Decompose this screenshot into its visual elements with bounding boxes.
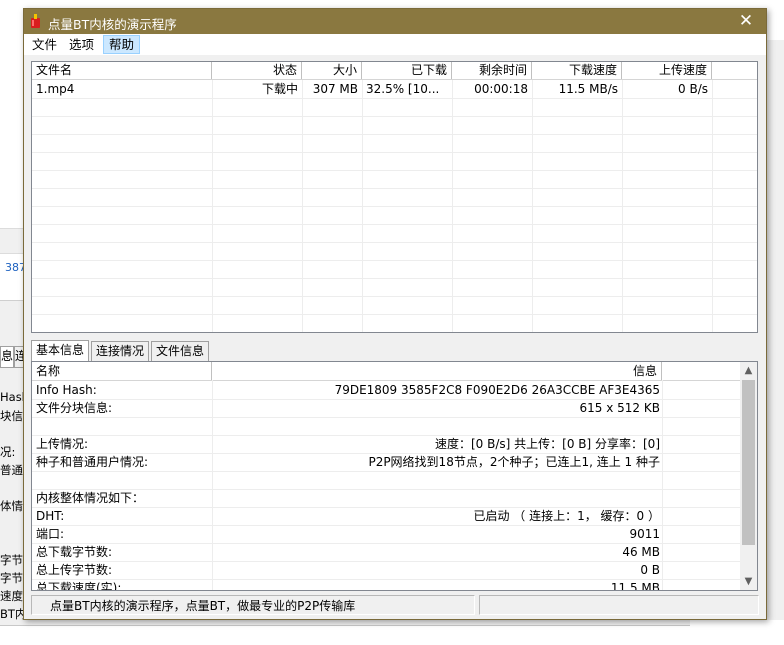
column-header-remaining[interactable]: 剩余时间	[452, 62, 532, 79]
grid-line	[32, 170, 757, 171]
background-bottom	[0, 620, 690, 626]
column-header-up-speed[interactable]: 上传速度	[622, 62, 712, 79]
tab-connections[interactable]: 连接情况	[91, 341, 150, 361]
info-value: 79DE1809 3585F2C8 F090E2D6 26A3CCBE AF3E…	[334, 383, 660, 397]
info-value: 11.5 MB	[610, 581, 660, 591]
info-name: 总下载速度(实):	[36, 581, 122, 591]
info-row[interactable]: 总下载速度(实): 11.5 MB	[32, 579, 740, 591]
title-bar[interactable]: 点量BT内核的演示程序 ✕	[24, 9, 766, 34]
info-scrollbar[interactable]: ▲ ▼	[740, 362, 757, 590]
info-value	[212, 489, 662, 507]
info-row[interactable]	[32, 471, 740, 489]
info-name: 上传情况:	[36, 437, 89, 451]
cell-filename: 1.mp4	[36, 82, 75, 96]
background-tab[interactable]: 息	[0, 346, 14, 368]
info-name: DHT:	[36, 509, 65, 523]
grid-line	[32, 152, 757, 153]
info-name: 总下载字节数:	[36, 545, 113, 559]
download-list[interactable]: 文件名 状态 大小 已下载 剩余时间 下载速度 上传速度 1.mp4 下载中 3…	[31, 61, 758, 333]
info-name	[32, 471, 212, 489]
info-row[interactable]: 种子和普通用户情况: P2P网络找到18节点，2个种子；已连上1, 连上 1 种子	[32, 453, 740, 471]
close-icon: ✕	[738, 11, 754, 31]
grid-line	[32, 116, 757, 117]
status-bar: 点量BT内核的演示程序，点量BT，做最专业的P2P传输库	[24, 593, 766, 617]
column-header-name[interactable]: 名称	[32, 362, 212, 380]
grid-line	[32, 314, 757, 315]
scroll-thumb[interactable]	[742, 380, 755, 545]
download-list-header: 文件名 状态 大小 已下载 剩余时间 下载速度 上传速度	[32, 62, 757, 80]
menu-options[interactable]: 选项	[64, 36, 99, 53]
scroll-up-icon[interactable]: ▲	[740, 362, 757, 379]
status-pane-main: 点量BT内核的演示程序，点量BT，做最专业的P2P传输库	[31, 595, 475, 615]
cell-down-speed: 11.5 MB/s	[558, 82, 618, 96]
info-value	[212, 417, 662, 435]
column-header-filename[interactable]: 文件名	[32, 62, 212, 79]
info-row[interactable]: 总上传字节数: 0 B	[32, 561, 740, 579]
status-text: 点量BT内核的演示程序，点量BT，做最专业的P2P传输库	[50, 599, 356, 613]
grid-line	[32, 278, 757, 279]
cell-up-speed: 0 B/s	[678, 82, 708, 96]
background-edge	[765, 40, 784, 620]
info-row[interactable]: 内核整体情况如下：	[32, 489, 740, 507]
info-row[interactable]: 总下载字节数: 46 MB	[32, 543, 740, 561]
table-row[interactable]: 1.mp4 下载中 307 MB 32.5% [10... 00:00:18 1…	[32, 80, 757, 98]
main-window: 点量BT内核的演示程序 ✕ 文件 选项 帮助 文件名 状态 大小 已下载 剩余时…	[23, 8, 767, 620]
close-button[interactable]: ✕	[726, 9, 766, 34]
info-name: 内核整体情况如下：	[36, 491, 145, 505]
info-row[interactable]: DHT: 已启动 （ 连接上：1， 缓存：0 ）	[32, 507, 740, 525]
cell-downloaded: 32.5% [10...	[366, 82, 440, 96]
info-name: 总上传字节数:	[36, 563, 113, 577]
grid-line	[32, 206, 757, 207]
tab-file-info[interactable]: 文件信息	[151, 341, 210, 361]
window-title: 点量BT内核的演示程序	[48, 17, 177, 32]
column-header-size[interactable]: 大小	[302, 62, 362, 79]
grid-line	[32, 224, 757, 225]
column-header-info[interactable]: 信息	[212, 362, 662, 380]
info-name: 文件分块信息:	[36, 401, 113, 415]
column-header-empty	[712, 62, 757, 79]
info-value: 速度：[0 B/s] 共上传：[0 B] 分享率：[0]	[434, 437, 660, 451]
tab-basic-info[interactable]: 基本信息	[31, 340, 90, 361]
grid-line	[32, 242, 757, 243]
app-icon	[31, 14, 40, 28]
grid-line	[32, 188, 757, 189]
info-value: 已启动 （ 连接上：1， 缓存：0 ）	[473, 509, 660, 523]
info-value: 615 x 512 KB	[579, 401, 660, 415]
info-panel[interactable]: 名称 信息 Info Hash: 79DE1809 3585F2C8 F090E2…	[31, 361, 758, 591]
menu-file[interactable]: 文件	[27, 36, 62, 53]
info-name: Info Hash:	[36, 383, 97, 397]
info-row[interactable]: 上传情况: 速度：[0 B/s] 共上传：[0 B] 分享率：[0]	[32, 435, 740, 453]
grid-line	[32, 98, 757, 99]
info-row[interactable]: 文件分块信息: 615 x 512 KB	[32, 399, 740, 417]
column-header-down-speed[interactable]: 下载速度	[532, 62, 622, 79]
status-pane-secondary	[479, 595, 759, 615]
menu-help[interactable]: 帮助	[103, 35, 141, 54]
column-header-downloaded[interactable]: 已下载	[362, 62, 452, 79]
scroll-down-icon[interactable]: ▼	[740, 573, 757, 590]
cell-size: 307 MB	[312, 82, 358, 96]
grid-line	[32, 296, 757, 297]
info-row[interactable]: Info Hash: 79DE1809 3585F2C8 F090E2D6 26A…	[32, 381, 740, 399]
cell-status: 下载中	[261, 82, 298, 96]
info-row[interactable]	[32, 417, 740, 435]
info-value: 9011	[629, 527, 660, 541]
info-value	[212, 471, 662, 489]
cell-remaining: 00:00:18	[474, 82, 528, 96]
info-name: 端口:	[36, 527, 65, 541]
grid-line	[32, 134, 757, 135]
info-value: P2P网络找到18节点，2个种子；已连上1, 连上 1 种子	[368, 455, 660, 469]
grid-line	[32, 260, 757, 261]
info-panel-header: 名称 信息	[32, 362, 757, 381]
menu-bar: 文件 选项 帮助	[24, 34, 766, 55]
info-value: 0 B	[640, 563, 660, 577]
info-name: 种子和普通用户情况:	[36, 455, 149, 469]
info-value: 46 MB	[622, 545, 660, 559]
info-row[interactable]: 端口: 9011	[32, 525, 740, 543]
column-header-status[interactable]: 状态	[212, 62, 302, 79]
info-name	[32, 417, 212, 435]
